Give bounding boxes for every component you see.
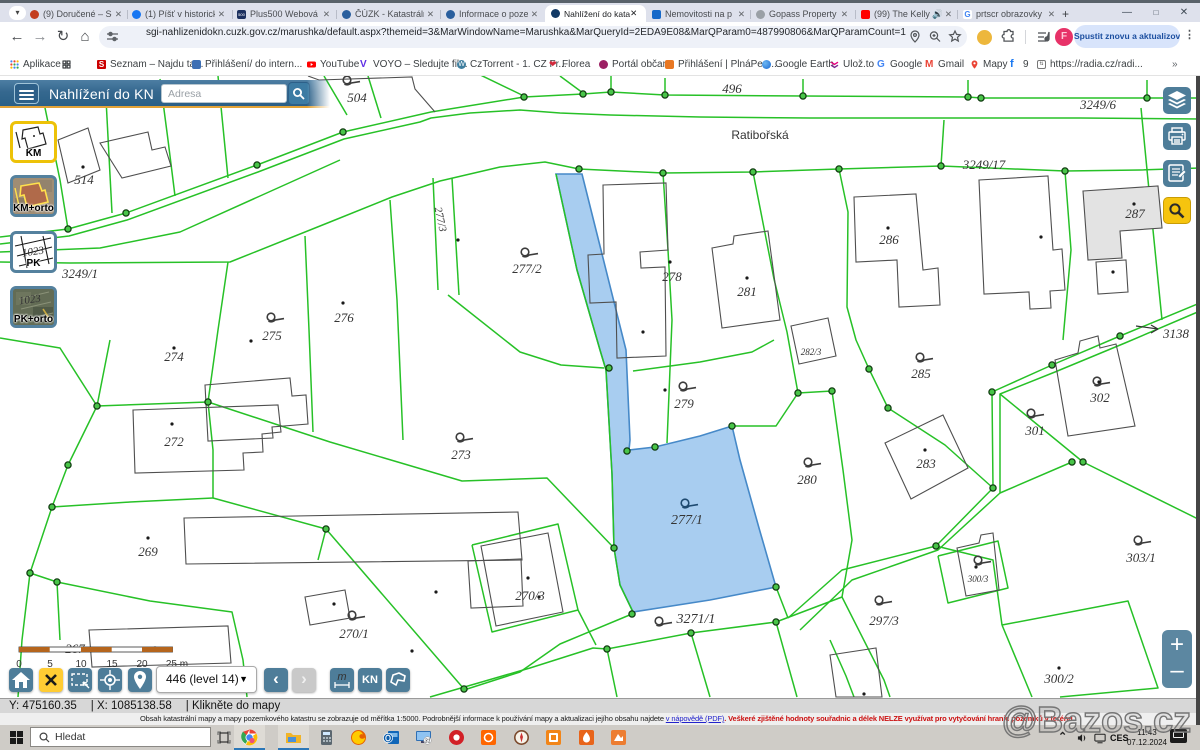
svg-text:286: 286	[879, 232, 899, 247]
svg-text:272: 272	[164, 434, 184, 449]
svg-text:3249/17: 3249/17	[962, 157, 1006, 172]
svg-text:302: 302	[1089, 390, 1110, 405]
svg-text:3249/6: 3249/6	[1079, 97, 1117, 112]
svg-text:3271/1: 3271/1	[676, 612, 716, 627]
svg-text:275: 275	[262, 328, 282, 343]
svg-text:301: 301	[1024, 423, 1045, 438]
svg-text:496: 496	[722, 81, 742, 96]
svg-text:3138: 3138	[1162, 326, 1190, 341]
svg-text:297/3: 297/3	[869, 613, 899, 628]
svg-text:270/3: 270/3	[515, 588, 545, 603]
svg-text:269: 269	[138, 544, 158, 559]
svg-text:m: m	[337, 671, 346, 683]
svg-text:282/3: 282/3	[801, 347, 822, 357]
svg-text:270/1: 270/1	[339, 626, 369, 641]
svg-text:277/2: 277/2	[512, 261, 542, 276]
svg-text:300/3: 300/3	[967, 574, 989, 584]
svg-text:273: 273	[451, 447, 471, 462]
svg-text:504: 504	[347, 90, 367, 105]
svg-text:276: 276	[334, 310, 354, 325]
svg-text:Ratibořská: Ratibořská	[731, 128, 789, 142]
svg-text:300/2: 300/2	[1043, 671, 1074, 686]
svg-text:3249/1: 3249/1	[61, 266, 98, 281]
svg-text:274: 274	[164, 349, 184, 364]
svg-text:279: 279	[674, 396, 694, 411]
svg-text:287: 287	[1125, 206, 1145, 221]
svg-text:278: 278	[662, 269, 682, 284]
svg-text:280: 280	[797, 472, 817, 487]
svg-text:303/1: 303/1	[1125, 550, 1156, 565]
svg-text:277/1: 277/1	[671, 513, 703, 528]
svg-text:514: 514	[74, 172, 94, 187]
svg-text:285: 285	[911, 366, 931, 381]
svg-text:281: 281	[737, 284, 757, 299]
svg-text:31: 31	[424, 739, 430, 745]
svg-text:283: 283	[916, 456, 936, 471]
svg-text:277/3: 277/3	[432, 206, 449, 233]
